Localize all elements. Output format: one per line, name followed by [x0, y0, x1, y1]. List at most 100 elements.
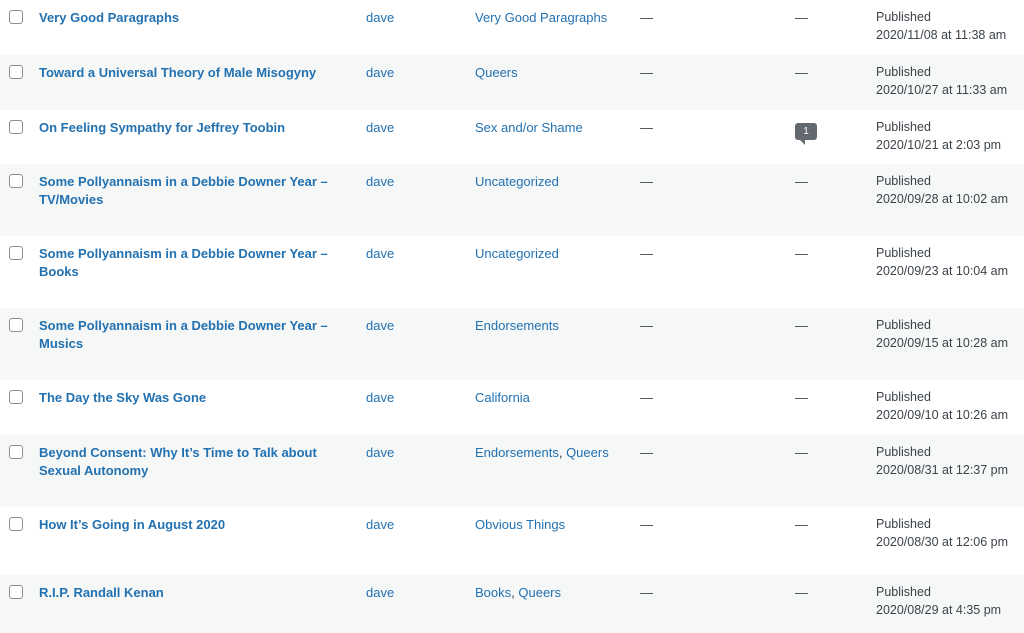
comments-cell: — [795, 390, 808, 405]
category-link[interactable]: Sex and/or Shame [475, 120, 583, 135]
row-checkbox[interactable] [9, 318, 23, 332]
categories-cell: Obvious Things [475, 516, 635, 534]
date-cell: Published 2020/09/10 at 10:26 am [876, 389, 1016, 424]
post-date: 2020/09/10 at 10:26 am [876, 407, 1009, 422]
date-cell: Published 2020/09/15 at 10:28 am [876, 317, 1016, 352]
row-checkbox[interactable] [9, 246, 23, 260]
row-checkbox[interactable] [9, 585, 23, 599]
status-label: Published [876, 445, 931, 459]
category-link[interactable]: Obvious Things [475, 517, 565, 532]
post-title-link[interactable]: Toward a Universal Theory of Male Misogy… [39, 64, 339, 82]
comments-cell: — [795, 585, 808, 600]
author-link[interactable]: dave [366, 317, 394, 335]
comments-cell: — [795, 318, 808, 333]
table-row: The Day the Sky Was Gone dave California… [0, 380, 1024, 435]
categories-cell: California [475, 389, 635, 407]
author-link[interactable]: dave [366, 516, 394, 534]
post-title-link[interactable]: R.I.P. Randall Kenan [39, 584, 339, 602]
row-checkbox[interactable] [9, 517, 23, 531]
status-label: Published [876, 246, 931, 260]
row-checkbox[interactable] [9, 174, 23, 188]
post-title-link[interactable]: Some Pollyannaism in a Debbie Downer Yea… [39, 173, 339, 209]
post-date: 2020/09/15 at 10:28 am [876, 335, 1009, 350]
row-checkbox[interactable] [9, 390, 23, 404]
category-link[interactable]: Queers [475, 65, 518, 80]
categories-cell: Uncategorized [475, 245, 635, 263]
post-date: 2020/08/31 at 12:37 pm [876, 462, 1009, 477]
category-link[interactable]: Very Good Paragraphs [475, 10, 607, 25]
post-title-link[interactable]: On Feeling Sympathy for Jeffrey Toobin [39, 119, 339, 137]
category-link[interactable]: Endorsements [475, 445, 559, 460]
comment-count-bubble[interactable]: 1 [795, 123, 817, 145]
post-title-link[interactable]: The Day the Sky Was Gone [39, 389, 339, 407]
post-date: 2020/10/27 at 11:33 am [876, 82, 1008, 97]
tags-cell: — [640, 65, 653, 80]
date-cell: Published 2020/09/28 at 10:02 am [876, 173, 1016, 208]
author-link[interactable]: dave [366, 444, 394, 462]
comments-cell: — [795, 10, 808, 25]
category-link[interactable]: Queers [566, 445, 609, 460]
bubble-tail-icon [800, 140, 805, 145]
category-link[interactable]: Uncategorized [475, 174, 559, 189]
table-row: On Feeling Sympathy for Jeffrey Toobin d… [0, 110, 1024, 164]
table-row: Some Pollyannaism in a Debbie Downer Yea… [0, 164, 1024, 236]
table-row: R.I.P. Randall Kenan dave Books, Queers … [0, 575, 1024, 633]
table-row: How It’s Going in August 2020 dave Obvio… [0, 507, 1024, 575]
post-title-link[interactable]: How It’s Going in August 2020 [39, 516, 339, 534]
date-cell: Published 2020/08/29 at 4:35 pm [876, 584, 1016, 619]
post-title-link[interactable]: Some Pollyannaism in a Debbie Downer Yea… [39, 245, 339, 281]
author-link[interactable]: dave [366, 245, 394, 263]
comments-cell: — [795, 246, 808, 261]
status-label: Published [876, 65, 931, 79]
status-label: Published [876, 318, 931, 332]
tags-cell: — [640, 585, 653, 600]
categories-cell: Uncategorized [475, 173, 635, 191]
categories-cell: Very Good Paragraphs [475, 9, 635, 27]
comment-count: 1 [795, 123, 817, 140]
status-label: Published [876, 390, 931, 404]
status-label: Published [876, 517, 931, 531]
author-link[interactable]: dave [366, 9, 394, 27]
date-cell: Published 2020/10/27 at 11:33 am [876, 64, 1016, 99]
categories-cell: Queers [475, 64, 635, 82]
comments-cell: — [795, 174, 808, 189]
tags-cell: — [640, 174, 653, 189]
categories-cell: Endorsements, Queers [475, 445, 609, 460]
comments-cell: — [795, 65, 808, 80]
row-checkbox[interactable] [9, 445, 23, 459]
post-date: 2020/10/21 at 2:03 pm [876, 137, 1002, 152]
category-link[interactable]: Books [475, 585, 511, 600]
table-row: Toward a Universal Theory of Male Misogy… [0, 55, 1024, 110]
table-row: Very Good Paragraphs dave Very Good Para… [0, 0, 1024, 55]
row-checkbox[interactable] [9, 120, 23, 134]
tags-cell: — [640, 517, 653, 532]
author-link[interactable]: dave [366, 584, 394, 602]
category-link[interactable]: Endorsements [475, 318, 559, 333]
table-row: Beyond Consent: Why It’s Time to Talk ab… [0, 435, 1024, 507]
date-cell: Published 2020/09/23 at 10:04 am [876, 245, 1016, 280]
row-checkbox[interactable] [9, 10, 23, 24]
date-cell: Published 2020/11/08 at 11:38 am [876, 9, 1016, 44]
post-date: 2020/08/30 at 12:06 pm [876, 534, 1009, 549]
post-title-link[interactable]: Very Good Paragraphs [39, 9, 339, 27]
author-link[interactable]: dave [366, 389, 394, 407]
row-checkbox[interactable] [9, 65, 23, 79]
posts-table: Very Good Paragraphs dave Very Good Para… [0, 0, 1024, 633]
category-link[interactable]: Queers [518, 585, 561, 600]
category-link[interactable]: Uncategorized [475, 246, 559, 261]
author-link[interactable]: dave [366, 119, 394, 137]
author-link[interactable]: dave [366, 173, 394, 191]
table-row: Some Pollyannaism in a Debbie Downer Yea… [0, 308, 1024, 380]
author-link[interactable]: dave [366, 64, 394, 82]
category-link[interactable]: California [475, 390, 530, 405]
post-date: 2020/08/29 at 4:35 pm [876, 602, 1002, 617]
post-title-link[interactable]: Beyond Consent: Why It’s Time to Talk ab… [39, 444, 339, 480]
status-label: Published [876, 585, 931, 599]
post-date: 2020/09/23 at 10:04 am [876, 263, 1009, 278]
comments-cell: — [795, 445, 808, 460]
tags-cell: — [640, 318, 653, 333]
post-date: 2020/09/28 at 10:02 am [876, 191, 1009, 206]
date-cell: Published 2020/08/30 at 12:06 pm [876, 516, 1016, 551]
post-title-link[interactable]: Some Pollyannaism in a Debbie Downer Yea… [39, 317, 339, 353]
table-row: Some Pollyannaism in a Debbie Downer Yea… [0, 236, 1024, 308]
